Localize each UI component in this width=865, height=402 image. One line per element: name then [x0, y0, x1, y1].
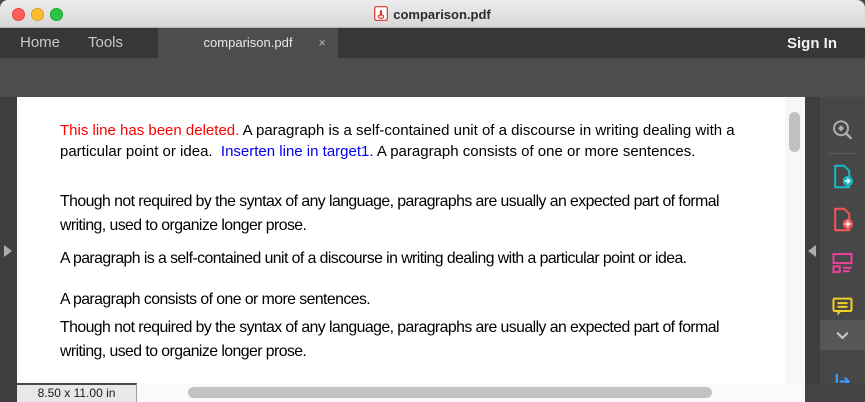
sidebar-more-row[interactable] [820, 320, 865, 350]
tab-document-active[interactable]: comparison.pdf × [158, 28, 338, 58]
acrobat-pdf-icon [374, 6, 388, 24]
sidebar-divider [828, 153, 857, 154]
acrobat-window: comparison.pdf Home Tools comparison.pdf… [0, 0, 865, 402]
bottom-right-corner [805, 383, 865, 402]
right-panel-strip [805, 97, 820, 383]
export-pdf-icon[interactable] [829, 163, 856, 190]
tab-bar: Home Tools comparison.pdf × ? Sign In [0, 28, 865, 58]
tail-text: A paragraph consists of one or more sent… [374, 143, 696, 160]
tab-tools[interactable]: Tools [88, 28, 123, 58]
horizontal-scrollbar[interactable] [137, 383, 805, 402]
chevron-down-icon [829, 322, 856, 349]
horizontal-scrollbar-thumb[interactable] [188, 387, 712, 398]
right-panel-collapse-icon[interactable] [808, 245, 816, 257]
edit-pdf-icon[interactable] [829, 249, 856, 276]
window-title-text: comparison.pdf [393, 7, 491, 22]
create-pdf-icon[interactable] [829, 206, 856, 233]
close-tab-icon[interactable]: × [318, 28, 326, 58]
paragraph: A paragraph is a self-contained unit of … [60, 247, 762, 271]
left-panel-strip [0, 97, 17, 402]
vertical-scrollbar-thumb[interactable] [789, 112, 800, 152]
tab-document-label: comparison.pdf [204, 35, 293, 50]
paragraph: A paragraph consists of one or more sent… [60, 288, 762, 312]
comment-icon[interactable] [829, 293, 856, 320]
paragraph: Though not required by the syntax of any… [60, 190, 762, 238]
deleted-text: This line has been deleted. [60, 122, 239, 139]
tab-home[interactable]: Home [20, 28, 60, 58]
paragraph: Though not required by the syntax of any… [60, 316, 762, 364]
window-title: comparison.pdf [0, 6, 865, 24]
search-tools-icon[interactable] [829, 117, 856, 144]
vertical-scrollbar[interactable] [785, 97, 805, 383]
left-panel-expand-icon[interactable] [4, 245, 12, 257]
window-titlebar: comparison.pdf [0, 0, 865, 28]
inserted-text: Inserten line in target1. [221, 143, 374, 160]
tools-sidebar [820, 97, 865, 402]
paragraph-compare: This line has been deleted. A paragraph … [60, 121, 762, 162]
sign-in-button[interactable]: Sign In [787, 28, 837, 58]
document-page: This line has been deleted. A paragraph … [17, 97, 785, 383]
page-size-indicator: 8.50 x 11.00 in [17, 383, 137, 402]
main-toolbar: / 2 100% ••• Share [0, 58, 865, 97]
